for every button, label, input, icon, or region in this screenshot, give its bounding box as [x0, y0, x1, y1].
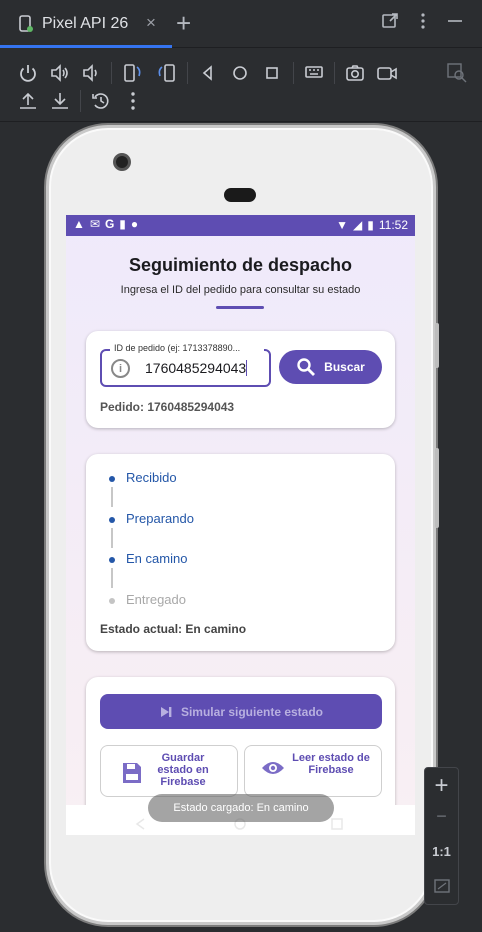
text-caret: [246, 360, 248, 376]
more-options-icon[interactable]: [414, 12, 432, 30]
open-external-icon[interactable]: [381, 12, 399, 30]
page-subtitle: Ingresa el ID del pedido para consultar …: [120, 284, 361, 296]
step-connector: [111, 528, 113, 548]
simulate-next-state-button[interactable]: Simular siguiente estado: [100, 694, 382, 729]
more-actions-icon[interactable]: [122, 90, 144, 112]
save-button-label: Guardar estado en Firebase: [157, 752, 209, 788]
read-firebase-button[interactable]: Leer estado de Firebase: [244, 745, 382, 797]
emulator-window: Pixel API 26 × + ▲ ✉ G ▮ ● ▼ ◢ ▮ 11:52 S…: [0, 0, 482, 932]
google-icon: G: [104, 217, 115, 231]
search-icon: [297, 358, 316, 376]
video-record-icon[interactable]: [376, 62, 398, 84]
toast-message: Estado cargado: En camino: [148, 794, 334, 822]
zoom-actual-size[interactable]: 1:1: [425, 844, 458, 859]
step-received: Recibido: [126, 470, 177, 485]
front-camera: [113, 153, 131, 171]
fit-screen-icon[interactable]: [434, 878, 450, 894]
wifi-icon: ▼: [336, 218, 349, 232]
zoom-out-icon[interactable]: −: [425, 806, 458, 827]
home-icon[interactable]: [229, 62, 251, 84]
save-firebase-button[interactable]: Guardar estado en Firebase: [100, 745, 238, 797]
skip-next-icon: [160, 706, 172, 717]
back-icon[interactable]: [197, 62, 219, 84]
device-icon: [19, 15, 33, 32]
step-on-the-way: En camino: [126, 551, 188, 566]
power-icon[interactable]: [17, 62, 39, 84]
toolbar-divider: [334, 62, 335, 84]
step-delivered: Entregado: [126, 592, 186, 607]
search-card: ID de pedido (ej: 1713378890... i 176048…: [86, 331, 395, 428]
battery-icon: ▮: [367, 218, 374, 232]
download-icon[interactable]: [49, 90, 71, 112]
sd-card-icon: ▮: [119, 217, 126, 231]
order-number: Pedido: 1760485294043: [100, 400, 235, 414]
snapshot-restore-icon[interactable]: [90, 90, 112, 112]
page-title: Seguimiento de despacho: [128, 255, 353, 275]
order-id-field[interactable]: ID de pedido (ej: 1713378890... i 176048…: [100, 343, 271, 387]
add-tab-icon[interactable]: +: [176, 8, 191, 39]
tab-bar: Pixel API 26 × +: [0, 0, 482, 48]
read-button-label: Leer estado de Firebase: [292, 752, 370, 776]
search-button[interactable]: Buscar: [279, 350, 382, 384]
status-time: 11:52: [378, 218, 408, 232]
camera-icon[interactable]: [344, 62, 366, 84]
search-zoom-icon[interactable]: [446, 62, 468, 84]
toolbar-divider: [111, 62, 112, 84]
step-dot: [109, 517, 115, 523]
step-dot: [109, 598, 115, 604]
current-state: Estado actual: En camino: [100, 622, 247, 636]
nav-back-icon[interactable]: [134, 817, 148, 831]
earpiece-speaker: [224, 188, 256, 202]
toolbar-divider: [293, 62, 294, 84]
rotate-left-icon[interactable]: [122, 62, 144, 84]
nav-overview-icon[interactable]: [330, 817, 344, 831]
emulator-toolbar: [0, 52, 482, 122]
volume-up-icon[interactable]: [49, 62, 71, 84]
zoom-controls: + − 1:1: [424, 767, 459, 905]
step-dot: [109, 476, 115, 482]
side-button[interactable]: [435, 323, 439, 368]
title-accent-bar: [216, 306, 264, 309]
volume-down-icon[interactable]: [80, 62, 102, 84]
sync-icon: ●: [130, 217, 139, 231]
step-preparing: Preparando: [126, 511, 194, 526]
simulate-button-label: Simular siguiente estado: [180, 704, 324, 719]
warning-icon: ▲: [73, 217, 85, 231]
tab-title: Pixel API 26: [42, 15, 129, 32]
step-dot: [109, 557, 115, 563]
order-id-input[interactable]: 1760485294043: [145, 360, 248, 376]
order-id-value: 1760485294043: [145, 360, 247, 376]
zoom-in-icon[interactable]: +: [425, 772, 458, 800]
keyboard-icon[interactable]: [303, 62, 325, 84]
save-icon: [123, 763, 141, 783]
order-id-field-label: ID de pedido (ej: 1713378890...: [110, 343, 264, 353]
step-connector: [111, 568, 113, 588]
device-screen[interactable]: ▲ ✉ G ▮ ● ▼ ◢ ▮ 11:52 Seguimiento de des…: [66, 215, 415, 835]
rotate-right-icon[interactable]: [155, 62, 177, 84]
timeline-card: Recibido Preparando En camino Entregado …: [86, 454, 395, 651]
side-button[interactable]: [435, 448, 439, 528]
info-icon: i: [111, 359, 130, 378]
active-tab-indicator: [0, 45, 172, 48]
close-tab-icon[interactable]: ×: [146, 13, 156, 33]
minimize-icon[interactable]: [446, 12, 464, 30]
eye-icon: [262, 762, 284, 774]
mail-icon: ✉: [89, 217, 100, 231]
overview-icon[interactable]: [261, 62, 283, 84]
status-bar: ▲ ✉ G ▮ ● ▼ ◢ ▮ 11:52: [66, 215, 415, 236]
upload-icon[interactable]: [17, 90, 39, 112]
phone-frame: ▲ ✉ G ▮ ● ▼ ◢ ▮ 11:52 Seguimiento de des…: [46, 125, 439, 925]
signal-icon: ◢: [353, 218, 363, 232]
toolbar-divider: [187, 62, 188, 84]
toolbar-divider: [80, 90, 81, 112]
step-connector: [111, 487, 113, 507]
search-button-label: Buscar: [324, 360, 365, 374]
tab-pixel-api-26[interactable]: Pixel API 26 ×: [0, 0, 172, 48]
